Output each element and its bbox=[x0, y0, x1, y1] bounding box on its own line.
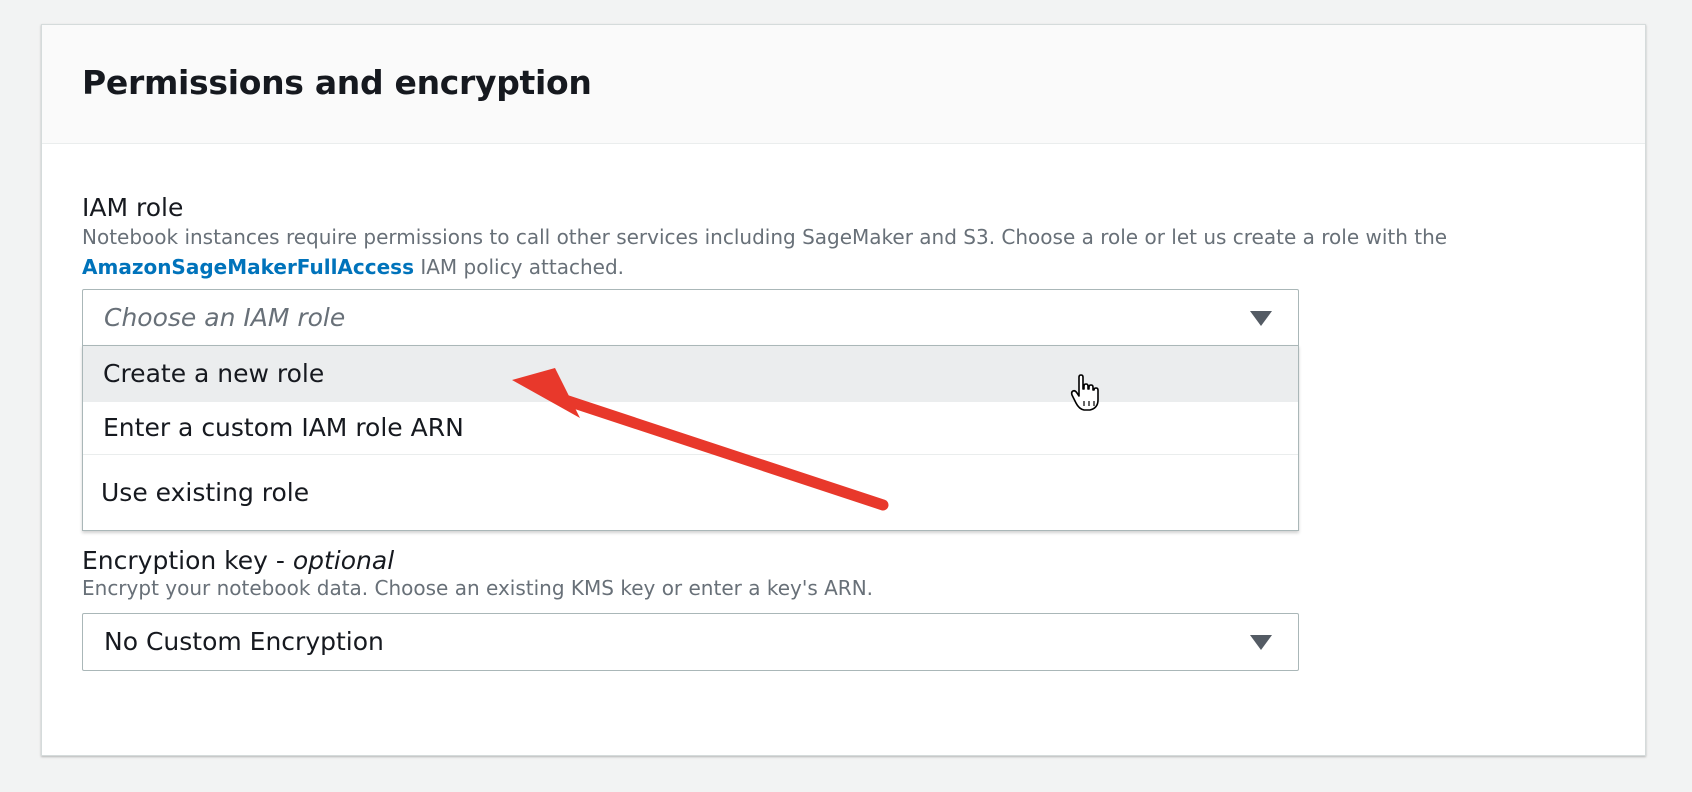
panel-header: Permissions and encryption bbox=[42, 25, 1645, 144]
iam-role-select[interactable]: Choose an IAM role bbox=[82, 289, 1299, 347]
encryption-key-label-optional: optional bbox=[292, 546, 395, 575]
option-create-new-role[interactable]: Create a new role bbox=[83, 346, 1298, 402]
iam-role-description-suffix: IAM policy attached. bbox=[413, 255, 624, 279]
encryption-key-select[interactable]: No Custom Encryption bbox=[82, 613, 1299, 671]
iam-role-label: IAM role bbox=[82, 193, 184, 222]
iam-role-dropdown-menu: Create a new role Enter a custom IAM rol… bbox=[82, 345, 1299, 531]
option-create-new-role-label: Create a new role bbox=[103, 359, 325, 388]
panel-title: Permissions and encryption bbox=[82, 63, 592, 102]
option-custom-iam-role-arn-label: Enter a custom IAM role ARN bbox=[103, 413, 464, 442]
iam-role-description: Notebook instances require permissions t… bbox=[82, 222, 1447, 282]
encryption-key-label-main: Encryption key - bbox=[82, 546, 293, 575]
option-use-existing-role-label: Use existing role bbox=[101, 478, 310, 507]
sagemaker-policy-link[interactable]: AmazonSageMakerFullAccess bbox=[82, 255, 414, 279]
triangle-down-icon bbox=[1250, 311, 1272, 326]
triangle-down-icon bbox=[1250, 635, 1272, 650]
iam-role-description-text: Notebook instances require permissions t… bbox=[82, 225, 1448, 249]
encryption-key-description: Encrypt your notebook data. Choose an ex… bbox=[82, 576, 874, 600]
encryption-key-label: Encryption key - optional bbox=[82, 546, 394, 575]
iam-role-placeholder: Choose an IAM role bbox=[104, 303, 346, 332]
permissions-panel: Permissions and encryption IAM role Note… bbox=[41, 24, 1646, 756]
encryption-key-value: No Custom Encryption bbox=[104, 627, 384, 656]
option-custom-iam-role-arn[interactable]: Enter a custom IAM role ARN bbox=[83, 402, 1298, 454]
option-use-existing-role[interactable]: Use existing role bbox=[83, 455, 1298, 530]
